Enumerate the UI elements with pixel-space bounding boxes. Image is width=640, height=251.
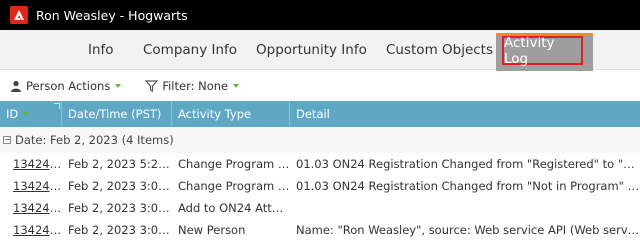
- column-header-datetime[interactable]: Date/Time (PST): [62, 101, 172, 127]
- tab-bar: Info Company Info Opportunity Info Custo…: [0, 30, 640, 71]
- table-row[interactable]: 1342403 Feb 2, 2023 3:09 AM New Person N…: [0, 219, 640, 241]
- tab-custom-objects[interactable]: Custom Objects: [386, 30, 493, 70]
- datetime-cell: Feb 2, 2023 5:29 AM: [68, 157, 172, 171]
- person-actions-menu[interactable]: Person Actions: [10, 78, 122, 93]
- window-title: Ron Weasley - Hogwarts: [36, 7, 188, 23]
- id-cell: 1342403: [0, 223, 62, 237]
- table-row[interactable]: 1342408 Feb 2, 2023 3:09 AM Add to ON24 …: [0, 197, 640, 219]
- detail-cell: Name: "Ron Weasley", source: Web service…: [296, 223, 640, 237]
- table-row[interactable]: 1342415 Feb 2, 2023 5:29 AM Change Progr…: [0, 153, 640, 175]
- tab-company-info[interactable]: Company Info: [143, 30, 237, 70]
- person-actions-label: Person Actions: [26, 78, 111, 93]
- tab-opportunity-info[interactable]: Opportunity Info: [256, 30, 367, 70]
- table-header: ID Date/Time (PST) Activity Type Detail: [0, 101, 640, 127]
- title-bar: Ron Weasley - Hogwarts: [0, 0, 640, 30]
- toolbar: Person Actions Filter: None: [0, 70, 640, 101]
- column-header-id[interactable]: ID: [0, 101, 62, 127]
- record-id-link[interactable]: 1342411: [13, 179, 62, 193]
- group-label: Date: Feb 2, 2023 (4 Items): [15, 133, 174, 147]
- column-header-detail[interactable]: Detail: [290, 101, 640, 127]
- column-resize-icon[interactable]: [54, 103, 60, 109]
- datetime-cell: Feb 2, 2023 3:09 AM: [68, 223, 172, 237]
- detail-cell: 01.03 ON24 Registration Changed from "No…: [296, 179, 640, 193]
- id-cell: 1342411: [0, 179, 62, 193]
- collapse-icon[interactable]: −: [3, 136, 11, 144]
- filter-label: Filter: None: [162, 78, 229, 93]
- chevron-down-icon: [233, 83, 240, 88]
- record-id-link[interactable]: 1342408: [13, 201, 62, 215]
- person-icon: [10, 80, 22, 92]
- activity-type-cell: New Person: [178, 223, 246, 237]
- tab-info[interactable]: Info: [88, 30, 114, 70]
- id-cell: 1342415: [0, 157, 62, 171]
- datetime-cell: Feb 2, 2023 3:09 AM: [68, 179, 172, 193]
- chevron-down-icon: [115, 83, 122, 88]
- activity-type-cell: Change Program Sta...: [178, 157, 290, 171]
- sort-arrow-icon: [22, 112, 29, 116]
- detail-cell: 01.03 ON24 Registration Changed from "Re…: [296, 157, 640, 171]
- record-id-link[interactable]: 1342403: [13, 223, 62, 237]
- filter-icon: [145, 79, 159, 92]
- column-header-id-label: ID: [6, 107, 19, 121]
- table-body: 1342415 Feb 2, 2023 5:29 AM Change Progr…: [0, 153, 640, 241]
- record-id-link[interactable]: 1342415: [13, 157, 62, 171]
- table-row[interactable]: 1342411 Feb 2, 2023 3:09 AM Change Progr…: [0, 175, 640, 197]
- activity-type-cell: Add to ON24 Attend...: [178, 201, 290, 215]
- adobe-logo-icon: [10, 6, 28, 24]
- datetime-cell: Feb 2, 2023 3:09 AM: [68, 201, 172, 215]
- id-cell: 1342408: [0, 201, 62, 215]
- column-header-activity-type[interactable]: Activity Type: [172, 101, 290, 127]
- activity-type-cell: Change Program Sta...: [178, 179, 290, 193]
- tab-activity-log[interactable]: Activity Log: [502, 35, 583, 67]
- filter-menu[interactable]: Filter: None: [145, 78, 240, 93]
- group-header: − Date: Feb 2, 2023 (4 Items): [0, 127, 640, 153]
